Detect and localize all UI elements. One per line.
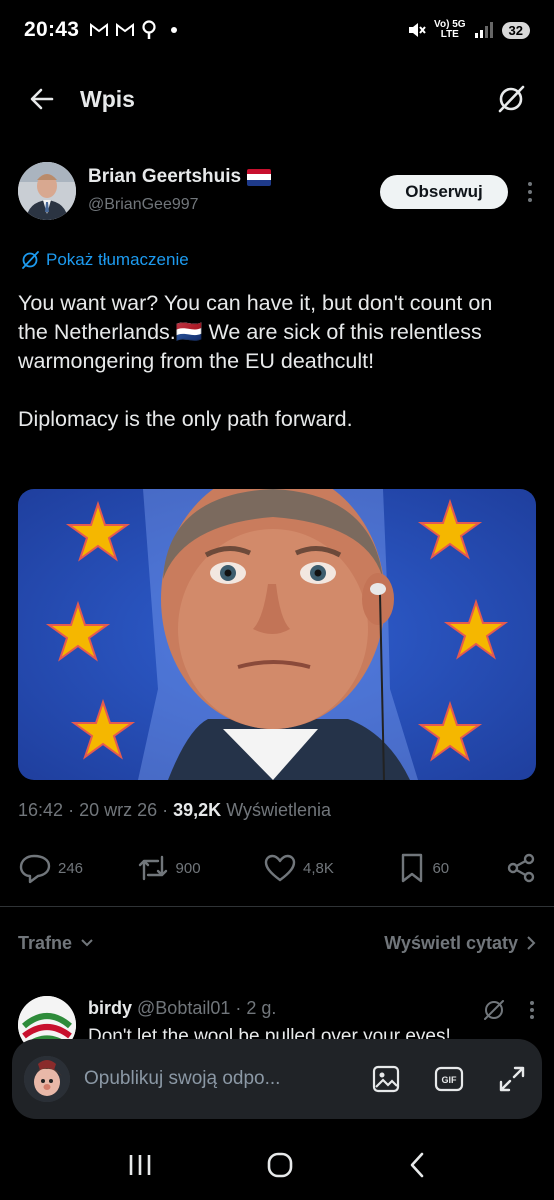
network-label: Vo) 5G LTE: [434, 19, 466, 40]
reply-count: 246: [58, 859, 84, 877]
status-left: 20:43: [24, 18, 178, 42]
reply-composer: Opublikuj swoją odpo... GIF: [12, 1039, 542, 1119]
replies-sort-row: Trafne Wyświetl cytaty: [18, 928, 536, 958]
reply-age: · 2 g.: [235, 998, 277, 1018]
back-arrow-icon[interactable]: [28, 85, 56, 113]
sort-label[interactable]: Trafne: [18, 933, 72, 954]
reply-author-handle[interactable]: @Bobtail01: [137, 998, 230, 1018]
share-icon: [507, 853, 535, 883]
author-name[interactable]: Brian Geertshuis: [88, 166, 241, 188]
tweet-actions: 246 900 4,8K 60: [18, 848, 536, 888]
grok-icon[interactable]: [496, 84, 526, 114]
bookmark-button[interactable]: 60: [398, 852, 506, 884]
show-translation-link[interactable]: Pokaż tłumaczenie: [20, 250, 189, 270]
heart-icon: [264, 854, 296, 882]
user-avatar: [24, 1056, 70, 1102]
reply-avatar[interactable]: [18, 996, 76, 1044]
dot-icon: [171, 27, 178, 33]
status-notification-icons: [89, 20, 178, 40]
reply-input[interactable]: Opublikuj swoją odpo...: [84, 1068, 352, 1090]
netherlands-flag-icon: [247, 168, 272, 186]
gif-icon[interactable]: GIF: [434, 1066, 464, 1092]
chevron-right-icon: [527, 936, 536, 950]
status-time: 20:43: [24, 18, 80, 41]
author-handle[interactable]: @BrianGee997: [88, 196, 199, 214]
location-icon: [142, 20, 156, 39]
gmail-icon: [90, 23, 109, 36]
more-options-icon[interactable]: [522, 180, 538, 204]
meta-separator: ·: [68, 800, 80, 820]
battery-indicator: 32: [501, 21, 530, 39]
share-button[interactable]: [506, 853, 536, 883]
meta-separator: ·: [162, 800, 174, 820]
top-bar: Wpis: [0, 68, 554, 130]
grok-icon: [22, 251, 39, 269]
show-translation-label[interactable]: Pokaż tłumaczenie: [46, 250, 189, 270]
image-icon[interactable]: [372, 1065, 400, 1093]
reply-button[interactable]: 246: [18, 852, 136, 884]
view-quotes-label[interactable]: Wyświetl cytaty: [384, 933, 518, 954]
back-icon[interactable]: [407, 1151, 427, 1179]
gmail-icon: [116, 23, 135, 36]
reply-icon: [19, 854, 51, 884]
portrait: [138, 489, 418, 780]
sort-dropdown[interactable]: Trafne: [18, 933, 94, 954]
svg-text:GIF: GIF: [442, 1075, 458, 1085]
reply-item[interactable]: birdy @Bobtail01 · 2 g. Don't let the wo…: [18, 994, 536, 1044]
home-icon[interactable]: [266, 1151, 294, 1179]
repost-button[interactable]: 900: [136, 853, 263, 883]
reply-author-line: birdy @Bobtail01 · 2 g.: [88, 998, 276, 1019]
grok-icon[interactable]: [482, 998, 506, 1022]
system-nav-bar: [0, 1130, 554, 1200]
author-avatar[interactable]: [18, 162, 76, 220]
repost-icon: [138, 855, 167, 881]
tweet-author: Brian Geertshuis @BrianGee997 Obserwuj: [18, 158, 538, 224]
like-button[interactable]: 4,8K: [263, 853, 398, 883]
views-label[interactable]: Wyświetlenia: [226, 800, 331, 820]
tweet-date: 20 wrz 26: [79, 800, 158, 820]
follow-button[interactable]: Obserwuj: [380, 175, 508, 209]
tweet-text: You want war? You can have it, but don't…: [18, 291, 493, 431]
mute-icon: [409, 23, 426, 37]
expand-icon[interactable]: [498, 1065, 526, 1093]
tweet-image[interactable]: [18, 489, 536, 780]
views-count[interactable]: 39,2K: [173, 800, 221, 820]
reply-author-name[interactable]: birdy: [88, 998, 132, 1018]
author-name-row[interactable]: Brian Geertshuis: [88, 166, 272, 188]
status-bar: 20:43 Vo) 5G LTE 32: [0, 0, 554, 60]
divider: [0, 906, 554, 907]
page-title: Wpis: [80, 85, 135, 112]
status-right: Vo) 5G LTE 32: [406, 20, 530, 40]
recent-apps-icon[interactable]: [127, 1153, 153, 1177]
tweet-time: 16:42: [18, 800, 64, 820]
composer-icons: GIF: [372, 1065, 526, 1093]
chevron-down-icon: [81, 939, 93, 947]
reply-icons: [482, 998, 536, 1022]
bookmark-icon: [402, 853, 423, 883]
more-options-icon[interactable]: [528, 999, 536, 1021]
bookmark-count: 60: [432, 859, 450, 877]
tweet-meta: 16:42 · 20 wrz 26 · 39,2K Wyświetlenia: [18, 800, 331, 821]
like-count: 4,8K: [303, 859, 334, 877]
view-quotes-link[interactable]: Wyświetl cytaty: [384, 933, 536, 954]
repost-count: 900: [175, 859, 201, 877]
signal-icon: [474, 22, 493, 38]
